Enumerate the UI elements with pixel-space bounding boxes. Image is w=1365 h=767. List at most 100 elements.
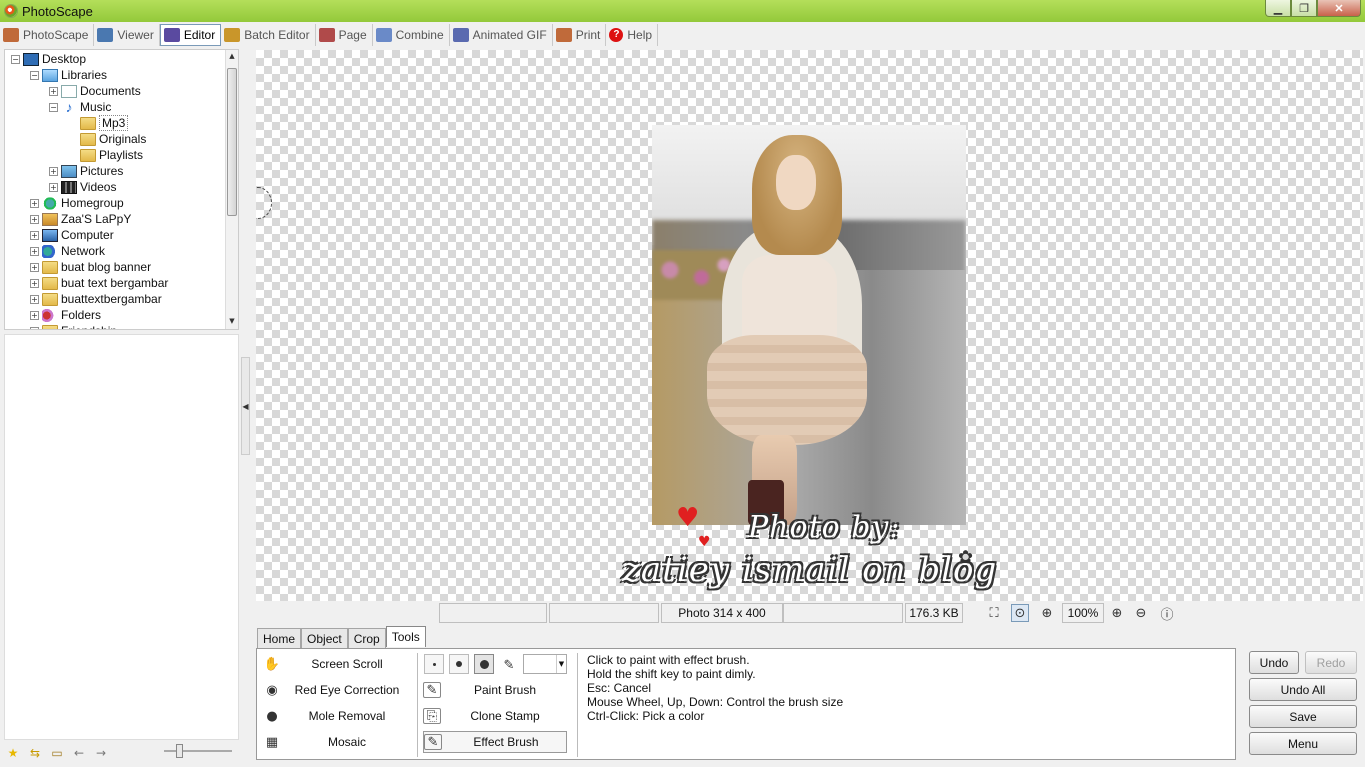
panel-splitter-collapse[interactable]: ◀ xyxy=(241,357,250,455)
close-button[interactable]: ✕ xyxy=(1317,0,1361,17)
color-dropdown[interactable]: ▼ xyxy=(523,654,567,674)
tree-item-label: Music xyxy=(80,100,112,114)
tab-help[interactable]: ? Help xyxy=(606,24,659,46)
tree-item-pictures[interactable]: + Pictures xyxy=(49,163,123,179)
favorites-folder-icon[interactable]: ⇆ xyxy=(26,745,44,761)
scroll-up-icon[interactable]: ▲ xyxy=(226,52,238,60)
tab-object[interactable]: Object xyxy=(301,628,348,648)
hearts-icon: ♥ ♥ xyxy=(676,503,711,550)
expand-icon[interactable]: + xyxy=(30,278,39,288)
tree-item-label: Playlists xyxy=(99,148,144,162)
collapse-icon[interactable]: − xyxy=(49,102,58,112)
expand-icon[interactable]: + xyxy=(30,262,39,272)
combine-tab-icon xyxy=(375,28,392,42)
thumbnail-size-slider-thumb[interactable] xyxy=(176,744,183,758)
mole-removal-button[interactable]: ● Mole Removal xyxy=(263,705,409,727)
photo-image xyxy=(652,125,966,525)
back-arrow-icon[interactable]: ← xyxy=(70,745,88,761)
bow-icon: ✿ xyxy=(958,547,974,568)
browse-folder-icon[interactable]: ▭ xyxy=(48,745,66,761)
tab-animated-gif[interactable]: Animated GIF xyxy=(450,24,553,46)
forward-arrow-icon[interactable]: → xyxy=(92,745,110,761)
tab-editor[interactable]: Editor xyxy=(159,24,222,46)
tree-item-buat-blog-banner[interactable]: + buat blog banner xyxy=(30,259,151,275)
collapse-icon[interactable]: − xyxy=(11,54,20,64)
zoom-actual-icon[interactable]: ⊙ xyxy=(1011,604,1029,622)
expand-icon[interactable]: + xyxy=(30,214,39,224)
tool-label: Paint Brush xyxy=(473,683,537,697)
tree-item-buat-text-bergambar[interactable]: + buat text bergambar xyxy=(30,275,168,291)
undo-all-button[interactable]: Undo All xyxy=(1249,678,1357,701)
thumbnail-panel[interactable] xyxy=(4,334,239,740)
undo-button[interactable]: Undo xyxy=(1249,651,1299,674)
expand-icon[interactable]: + xyxy=(30,310,39,320)
scroll-down-icon[interactable]: ▼ xyxy=(226,317,238,325)
tab-photoscape[interactable]: PhotoScape xyxy=(0,24,95,46)
effect-brush-button[interactable]: ✎ Effect Brush xyxy=(423,731,567,753)
menu-button[interactable]: Menu xyxy=(1249,732,1357,755)
tree-item-music[interactable]: − ♪ Music xyxy=(49,99,111,115)
tree-item-label: Folders xyxy=(61,308,102,322)
thumbnail-size-slider-track[interactable] xyxy=(164,750,232,752)
maximize-button[interactable]: ❐ xyxy=(1291,0,1317,17)
tree-item-videos[interactable]: + Videos xyxy=(49,179,116,195)
brush-size-medium-button[interactable] xyxy=(449,654,469,674)
tree-scrollbar[interactable]: ▲ ▼ xyxy=(225,50,238,329)
tab-combine[interactable]: Combine xyxy=(373,24,450,46)
red-eye-correction-button[interactable]: ◉ Red Eye Correction xyxy=(263,679,409,701)
zoom-out-icon[interactable]: ⊖ xyxy=(1132,604,1150,622)
zoom-in-icon[interactable]: ⊕ xyxy=(1108,604,1126,622)
tab-crop[interactable]: Crop xyxy=(347,628,386,648)
expand-icon[interactable]: + xyxy=(30,230,39,240)
tree-item-network[interactable]: + Network xyxy=(30,243,105,259)
tree-item-homegroup[interactable]: + Homegroup xyxy=(30,195,124,211)
eye-icon: ◉ xyxy=(266,682,278,698)
viewer-tab-icon xyxy=(97,28,114,42)
tree-item-documents[interactable]: + Documents xyxy=(49,83,141,99)
tab-viewer[interactable]: Viewer xyxy=(94,24,160,46)
expand-icon[interactable]: + xyxy=(30,246,39,256)
tree-item-playlists[interactable]: Playlists xyxy=(68,147,143,163)
clone-stamp-button[interactable]: ⎘ Clone Stamp xyxy=(423,705,567,727)
zoom-fit-icon[interactable]: ⊕ xyxy=(1038,604,1056,622)
mosaic-button[interactable]: ▦ Mosaic xyxy=(263,731,409,753)
tab-tools[interactable]: Tools xyxy=(385,626,426,647)
expand-icon[interactable]: + xyxy=(30,294,39,304)
tree-item-label: Mp3 xyxy=(99,115,129,131)
expand-icon[interactable]: + xyxy=(49,182,58,192)
tree-item-zaa-s-lappy[interactable]: + Zaa'S LaPpY xyxy=(30,211,131,227)
minimize-button[interactable]: ▁ xyxy=(1265,0,1291,17)
tab-batch-editor[interactable]: Batch Editor xyxy=(221,24,316,46)
brush-size-small-button[interactable] xyxy=(424,654,444,674)
favorite-star-icon[interactable]: ★ xyxy=(4,745,22,761)
brush-size-large-button[interactable] xyxy=(474,654,494,674)
editor-canvas[interactable]: ♥ ♥ Photo by: zatiey ismail on blog ✿ xyxy=(256,50,1363,601)
tab-home[interactable]: Home xyxy=(257,628,302,648)
expand-icon[interactable]: + xyxy=(30,198,39,208)
tree-item-mp3[interactable]: Mp3 xyxy=(68,115,129,131)
tree-item-friendship[interactable]: + Friendship xyxy=(30,323,117,329)
tab-page[interactable]: Page xyxy=(316,24,373,46)
folder-tree[interactable]: ▲ ▼ − Desktop − Libraries + Documents − ♪ Music M… xyxy=(4,49,239,330)
tree-item-desktop[interactable]: − Desktop xyxy=(11,51,86,67)
tree-item-buattextbergambar[interactable]: + buattextbergambar xyxy=(30,291,162,307)
tree-scroll-thumb[interactable] xyxy=(227,68,237,216)
tab-print[interactable]: Print xyxy=(553,24,607,46)
info-icon[interactable]: ⓘ xyxy=(1158,604,1176,623)
tree-item-label: Videos xyxy=(80,180,117,194)
fit-to-window-icon[interactable]: ⛶ xyxy=(985,604,1003,622)
paint-brush-button[interactable]: ✎ Paint Brush xyxy=(423,679,567,701)
tree-item-folders[interactable]: + Folders xyxy=(30,307,101,323)
color-picker-button[interactable]: ✎ xyxy=(500,654,518,676)
expand-icon[interactable]: + xyxy=(30,326,39,329)
tree-item-computer[interactable]: + Computer xyxy=(30,227,114,243)
screen-scroll-button[interactable]: ✋ Screen Scroll xyxy=(263,653,409,675)
tree-item-libraries[interactable]: − Libraries xyxy=(30,67,107,83)
collapse-icon[interactable]: − xyxy=(30,70,39,80)
tree-item-label: Zaa'S LaPpY xyxy=(61,212,132,226)
tree-item-originals[interactable]: Originals xyxy=(68,131,146,147)
expand-icon[interactable]: + xyxy=(49,86,58,96)
redo-button[interactable]: Redo xyxy=(1305,651,1357,674)
save-button[interactable]: Save xyxy=(1249,705,1357,728)
expand-icon[interactable]: + xyxy=(49,166,58,176)
